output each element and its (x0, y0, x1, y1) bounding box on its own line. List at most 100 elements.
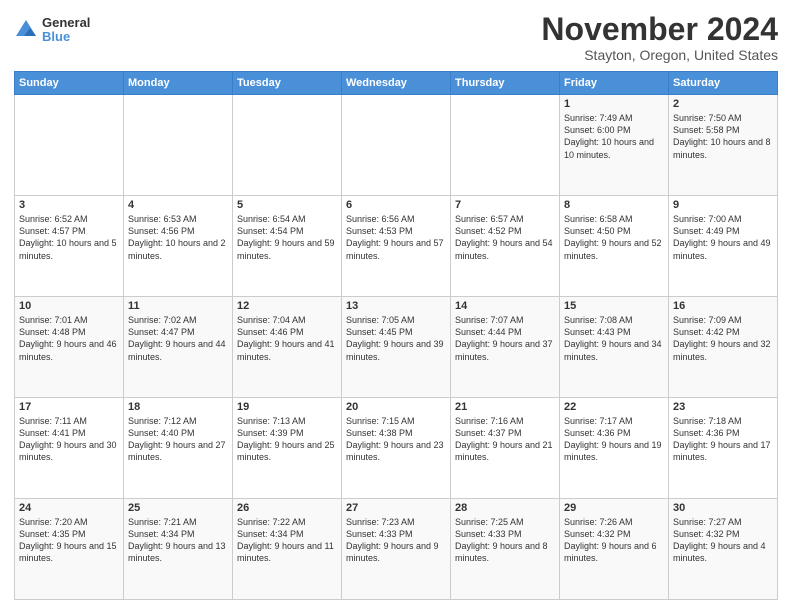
day-number: 26 (237, 502, 337, 514)
day-info: Sunrise: 6:58 AM Sunset: 4:50 PM Dayligh… (564, 213, 664, 262)
header-cell-friday: Friday (560, 72, 669, 95)
week-row-1: 3 Sunrise: 6:52 AM Sunset: 4:57 PM Daylig… (15, 196, 778, 297)
day-info: Sunrise: 6:57 AM Sunset: 4:52 PM Dayligh… (455, 213, 555, 262)
day-number: 29 (564, 502, 664, 514)
day-info: Sunrise: 7:22 AM Sunset: 4:34 PM Dayligh… (237, 516, 337, 565)
logo-icon (14, 18, 38, 42)
logo-general-text: General (42, 16, 90, 30)
day-info: Sunrise: 6:53 AM Sunset: 4:56 PM Dayligh… (128, 213, 228, 262)
day-cell: 7Sunrise: 6:57 AM Sunset: 4:52 PM Daylig… (451, 196, 560, 297)
day-cell: 2 Sunrise: 7:50 AM Sunset: 5:58 PM Daylig… (669, 95, 778, 196)
day-number: 4 (128, 199, 228, 211)
day-cell: 27 Sunrise: 7:23 AM Sunset: 4:33 PM Dayli… (342, 499, 451, 600)
day-number: 9 (673, 199, 773, 211)
day-number: 23 (673, 401, 773, 413)
day-number: 21 (455, 401, 555, 413)
location-subtitle: Stayton, Oregon, United States (541, 47, 778, 63)
day-cell: 8 Sunrise: 6:58 AM Sunset: 4:50 PM Daylig… (560, 196, 669, 297)
day-info: Sunrise: 7:09 AM Sunset: 4:42 PM Dayligh… (673, 314, 773, 363)
day-number: 22 (564, 401, 664, 413)
day-number: 11 (128, 300, 228, 312)
day-cell: 10 Sunrise: 7:01 AM Sunset: 4:48 PM Dayli… (15, 297, 124, 398)
day-cell: 6Sunrise: 6:56 AM Sunset: 4:53 PM Daylig… (342, 196, 451, 297)
day-cell: 19Sunrise: 7:13 AM Sunset: 4:39 PM Dayli… (233, 398, 342, 499)
day-number: 12 (237, 300, 337, 312)
header: General Blue November 2024 Stayton, Oreg… (14, 12, 778, 63)
day-cell: 15 Sunrise: 7:08 AM Sunset: 4:43 PM Dayli… (560, 297, 669, 398)
logo-blue-text: Blue (42, 30, 90, 44)
day-number: 10 (19, 300, 119, 312)
day-cell: 16 Sunrise: 7:09 AM Sunset: 4:42 PM Dayli… (669, 297, 778, 398)
day-info: Sunrise: 7:27 AM Sunset: 4:32 PM Dayligh… (673, 516, 773, 565)
day-number: 15 (564, 300, 664, 312)
day-number: 17 (19, 401, 119, 413)
week-row-0: 1Sunrise: 7:49 AM Sunset: 6:00 PM Daylig… (15, 95, 778, 196)
page: General Blue November 2024 Stayton, Oreg… (0, 0, 792, 612)
day-cell: 9 Sunrise: 7:00 AM Sunset: 4:49 PM Daylig… (669, 196, 778, 297)
day-number: 24 (19, 502, 119, 514)
day-info: Sunrise: 7:50 AM Sunset: 5:58 PM Dayligh… (673, 112, 773, 161)
day-info: Sunrise: 7:05 AM Sunset: 4:45 PM Dayligh… (346, 314, 446, 363)
day-info: Sunrise: 6:54 AM Sunset: 4:54 PM Dayligh… (237, 213, 337, 262)
day-number: 2 (673, 98, 773, 110)
day-info: Sunrise: 7:11 AM Sunset: 4:41 PM Dayligh… (19, 415, 119, 464)
week-row-2: 10 Sunrise: 7:01 AM Sunset: 4:48 PM Dayli… (15, 297, 778, 398)
header-cell-thursday: Thursday (451, 72, 560, 95)
day-cell: 14 Sunrise: 7:07 AM Sunset: 4:44 PM Dayli… (451, 297, 560, 398)
day-cell: 11 Sunrise: 7:02 AM Sunset: 4:47 PM Dayli… (124, 297, 233, 398)
day-number: 13 (346, 300, 446, 312)
day-info: Sunrise: 7:23 AM Sunset: 4:33 PM Dayligh… (346, 516, 446, 565)
day-cell (15, 95, 124, 196)
day-info: Sunrise: 7:16 AM Sunset: 4:37 PM Dayligh… (455, 415, 555, 464)
day-cell: 25Sunrise: 7:21 AM Sunset: 4:34 PM Dayli… (124, 499, 233, 600)
day-info: Sunrise: 7:12 AM Sunset: 4:40 PM Dayligh… (128, 415, 228, 464)
day-info: Sunrise: 7:20 AM Sunset: 4:35 PM Dayligh… (19, 516, 119, 565)
day-number: 27 (346, 502, 446, 514)
day-cell: 18 Sunrise: 7:12 AM Sunset: 4:40 PM Dayli… (124, 398, 233, 499)
day-cell: 24 Sunrise: 7:20 AM Sunset: 4:35 PM Dayli… (15, 499, 124, 600)
day-info: Sunrise: 7:00 AM Sunset: 4:49 PM Dayligh… (673, 213, 773, 262)
day-info: Sunrise: 7:21 AM Sunset: 4:34 PM Dayligh… (128, 516, 228, 565)
day-info: Sunrise: 7:18 AM Sunset: 4:36 PM Dayligh… (673, 415, 773, 464)
calendar-table: SundayMondayTuesdayWednesdayThursdayFrid… (14, 71, 778, 600)
header-row: SundayMondayTuesdayWednesdayThursdayFrid… (15, 72, 778, 95)
day-info: Sunrise: 7:13 AM Sunset: 4:39 PM Dayligh… (237, 415, 337, 464)
day-number: 3 (19, 199, 119, 211)
day-number: 8 (564, 199, 664, 211)
day-cell: 3 Sunrise: 6:52 AM Sunset: 4:57 PM Daylig… (15, 196, 124, 297)
day-cell: 26 Sunrise: 7:22 AM Sunset: 4:34 PM Dayli… (233, 499, 342, 600)
day-cell: 13 Sunrise: 7:05 AM Sunset: 4:45 PM Dayli… (342, 297, 451, 398)
day-cell (451, 95, 560, 196)
day-info: Sunrise: 7:08 AM Sunset: 4:43 PM Dayligh… (564, 314, 664, 363)
day-info: Sunrise: 7:01 AM Sunset: 4:48 PM Dayligh… (19, 314, 119, 363)
day-cell: 30Sunrise: 7:27 AM Sunset: 4:32 PM Dayli… (669, 499, 778, 600)
day-info: Sunrise: 7:02 AM Sunset: 4:47 PM Dayligh… (128, 314, 228, 363)
title-block: November 2024 Stayton, Oregon, United St… (541, 12, 778, 63)
day-info: Sunrise: 6:56 AM Sunset: 4:53 PM Dayligh… (346, 213, 446, 262)
day-info: Sunrise: 6:52 AM Sunset: 4:57 PM Dayligh… (19, 213, 119, 262)
day-cell (233, 95, 342, 196)
day-cell: 5Sunrise: 6:54 AM Sunset: 4:54 PM Daylig… (233, 196, 342, 297)
calendar-body: 1Sunrise: 7:49 AM Sunset: 6:00 PM Daylig… (15, 95, 778, 600)
header-cell-saturday: Saturday (669, 72, 778, 95)
header-cell-wednesday: Wednesday (342, 72, 451, 95)
day-number: 14 (455, 300, 555, 312)
day-info: Sunrise: 7:49 AM Sunset: 6:00 PM Dayligh… (564, 112, 664, 161)
day-info: Sunrise: 7:25 AM Sunset: 4:33 PM Dayligh… (455, 516, 555, 565)
day-cell: 12 Sunrise: 7:04 AM Sunset: 4:46 PM Dayli… (233, 297, 342, 398)
month-title: November 2024 (541, 12, 778, 47)
day-cell: 28 Sunrise: 7:25 AM Sunset: 4:33 PM Dayli… (451, 499, 560, 600)
day-info: Sunrise: 7:15 AM Sunset: 4:38 PM Dayligh… (346, 415, 446, 464)
week-row-4: 24 Sunrise: 7:20 AM Sunset: 4:35 PM Dayli… (15, 499, 778, 600)
logo: General Blue (14, 16, 90, 45)
day-info: Sunrise: 7:04 AM Sunset: 4:46 PM Dayligh… (237, 314, 337, 363)
header-cell-monday: Monday (124, 72, 233, 95)
day-cell: 22Sunrise: 7:17 AM Sunset: 4:36 PM Dayli… (560, 398, 669, 499)
day-number: 16 (673, 300, 773, 312)
day-info: Sunrise: 7:07 AM Sunset: 4:44 PM Dayligh… (455, 314, 555, 363)
day-number: 28 (455, 502, 555, 514)
day-number: 18 (128, 401, 228, 413)
header-cell-tuesday: Tuesday (233, 72, 342, 95)
day-cell: 4 Sunrise: 6:53 AM Sunset: 4:56 PM Daylig… (124, 196, 233, 297)
calendar-header: SundayMondayTuesdayWednesdayThursdayFrid… (15, 72, 778, 95)
